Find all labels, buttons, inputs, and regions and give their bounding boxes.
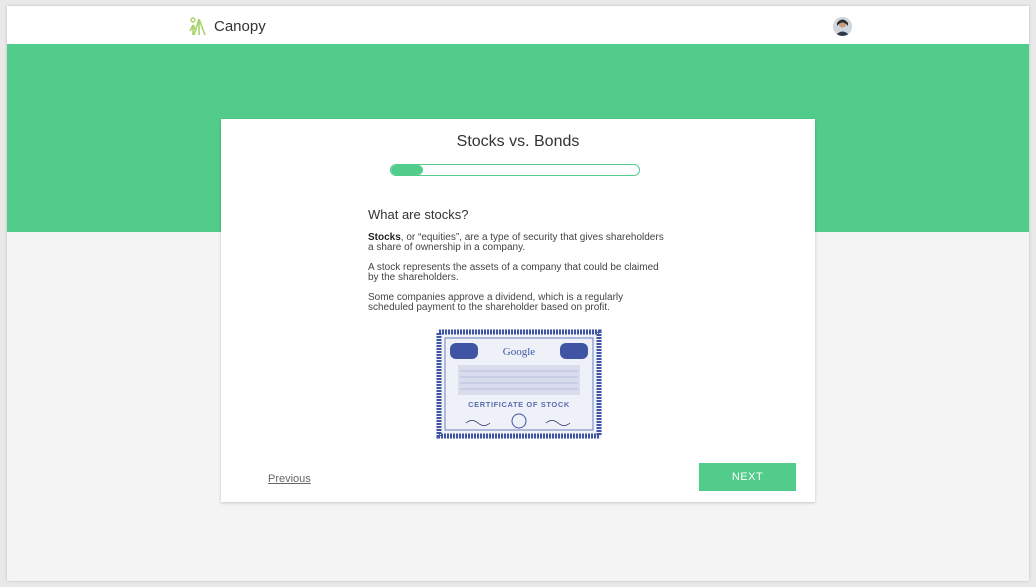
app-name: Canopy [214, 17, 266, 35]
app-window: Canopy Stocks vs. Bonds What are stocks?… [7, 6, 1029, 581]
certificate-caption: CERTIFICATE OF STOCK [468, 400, 570, 409]
lesson-title: Stocks vs. Bonds [456, 133, 580, 150]
stock-certificate-image: Google CERTIFICATE OF STOCK [436, 329, 602, 439]
paragraph-1-text: , or “equities”, are a type of security … [368, 232, 664, 253]
previous-link[interactable]: Previous [268, 473, 311, 485]
paragraph-stock-assets: A stock represents the assets of a compa… [368, 262, 659, 283]
progress-fill [391, 165, 424, 175]
tree-logo-icon [189, 17, 206, 36]
paragraph-stocks-definition: Stocks, or “equities”, are a type of sec… [368, 233, 668, 253]
paragraph-dividend: Some companies approve a dividend, which… [368, 292, 624, 313]
lesson-progress-bar [390, 164, 640, 176]
canopy-logo[interactable]: Canopy [188, 15, 266, 37]
lesson-card: Stocks vs. Bonds What are stocks? Stocks… [221, 119, 815, 502]
certificate-brand: Google [503, 346, 536, 358]
user-avatar-icon [833, 17, 852, 36]
top-navigation-bar: Canopy [7, 6, 1029, 44]
section-heading: What are stocks? [368, 207, 469, 222]
next-button[interactable]: NEXT [699, 463, 796, 491]
user-avatar[interactable] [833, 17, 852, 36]
